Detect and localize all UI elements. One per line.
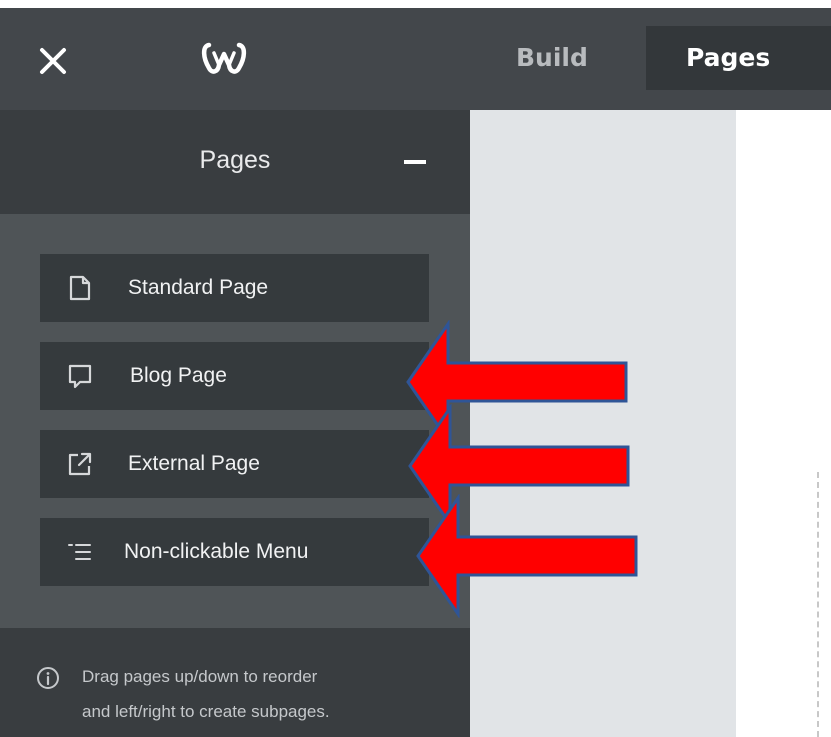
- list-icon: [68, 544, 91, 560]
- document-icon: [69, 275, 91, 301]
- non-clickable-menu-label: Non-clickable Menu: [124, 540, 309, 563]
- tab-build[interactable]: Build: [516, 26, 596, 90]
- info-text-line-1: Drag pages up/down to reorder: [82, 667, 318, 686]
- add-blog-page-button[interactable]: Blog Page: [40, 342, 429, 410]
- pages-panel: Pages Standard Page Blog Page External P…: [0, 110, 470, 737]
- add-non-clickable-menu-button[interactable]: Non-clickable Menu: [40, 518, 429, 586]
- speech-bubble-icon: [68, 364, 92, 389]
- external-page-label: External Page: [128, 452, 260, 475]
- close-icon[interactable]: [36, 44, 70, 78]
- canvas-dashed-guide: [817, 472, 819, 737]
- weebly-logo-icon[interactable]: [200, 38, 248, 78]
- panel-footer: Drag pages up/down to reorder and left/r…: [0, 628, 470, 737]
- annotation-arrow-icon: [416, 494, 638, 618]
- top-strip: [0, 0, 831, 8]
- top-bar: Build Pages: [0, 0, 831, 110]
- panel-header: Pages: [0, 110, 470, 214]
- external-link-icon: [68, 452, 92, 476]
- tab-pages[interactable]: Pages: [646, 26, 831, 90]
- collapse-button[interactable]: [404, 160, 426, 164]
- add-standard-page-button[interactable]: Standard Page: [40, 254, 429, 322]
- add-external-page-button[interactable]: External Page: [40, 430, 429, 498]
- panel-title: Pages: [199, 146, 271, 174]
- standard-page-label: Standard Page: [128, 276, 269, 299]
- info-text-line-2: and left/right to create subpages.: [82, 702, 330, 721]
- info-icon: [37, 667, 59, 689]
- blog-page-label: Blog Page: [130, 364, 227, 387]
